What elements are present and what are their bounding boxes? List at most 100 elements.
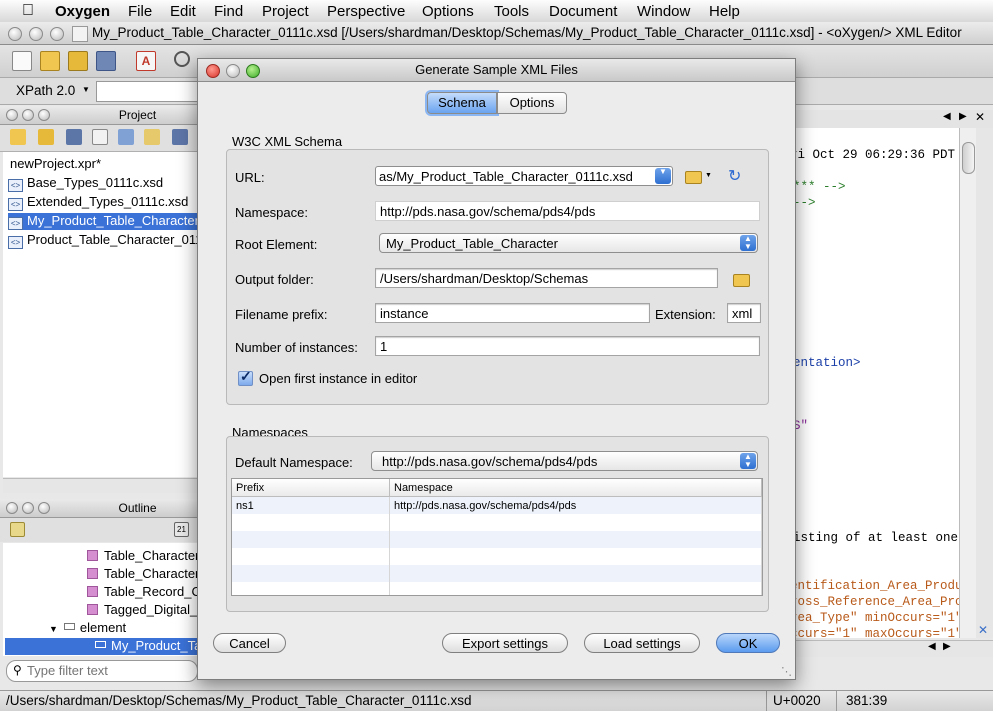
save-project-icon[interactable] bbox=[66, 129, 82, 145]
add-folder-icon[interactable] bbox=[144, 129, 160, 145]
outline-item[interactable]: Table_Character_ bbox=[87, 548, 207, 563]
open-url-icon[interactable] bbox=[68, 51, 88, 71]
table-row-empty[interactable] bbox=[232, 548, 762, 565]
refresh-icon[interactable]: ↻ bbox=[728, 166, 741, 186]
menu-perspective[interactable]: Perspective bbox=[327, 3, 405, 20]
table-row-empty[interactable] bbox=[232, 582, 762, 595]
tree-item-my-product-table[interactable]: <> My_Product_Table_Character_ bbox=[8, 213, 206, 230]
apple-icon[interactable]:  bbox=[22, 2, 34, 20]
table-row-empty[interactable] bbox=[232, 531, 762, 548]
menu-find[interactable]: Find bbox=[214, 3, 243, 20]
outline-item[interactable]: Table_Character_ bbox=[87, 566, 207, 581]
menu-edit[interactable]: Edit bbox=[170, 3, 196, 20]
editor-horizontal-scrollbar[interactable]: ◀ ▶ bbox=[793, 640, 993, 657]
open-project-icon[interactable] bbox=[38, 129, 54, 145]
dialog-minimize-button[interactable] bbox=[226, 64, 240, 78]
project-settings-icon[interactable] bbox=[172, 129, 188, 145]
outline-item[interactable]: Tagged_Digital_O bbox=[87, 602, 207, 617]
dialog-close-button[interactable] bbox=[206, 64, 220, 78]
project-minimize-icon[interactable] bbox=[22, 109, 34, 121]
scrollbar-thumb[interactable] bbox=[962, 142, 975, 174]
load-settings-button[interactable]: Load settings bbox=[584, 633, 700, 653]
minimize-window-button[interactable] bbox=[29, 27, 43, 41]
outline-close-icon[interactable] bbox=[6, 502, 18, 514]
transform-icon[interactable] bbox=[118, 129, 134, 145]
outline-filter-field[interactable]: ⚲ bbox=[6, 660, 198, 682]
xpath-dropdown-icon[interactable]: ▼ bbox=[82, 85, 90, 94]
scroll-right-icon[interactable]: ▶ bbox=[959, 111, 967, 122]
tree-item-extended-types[interactable]: <> Extended_Types_0111c.xsd bbox=[8, 194, 188, 211]
project-horizontal-scrollbar[interactable] bbox=[3, 478, 198, 493]
filename-prefix-input[interactable]: instance bbox=[375, 303, 650, 323]
url-combobox[interactable]: as/My_Product_Table_Character_0111c.xsd … bbox=[375, 166, 673, 186]
output-folder-input[interactable]: /Users/shardman/Desktop/Schemas bbox=[375, 268, 718, 288]
xml-editor[interactable]: ri Oct 29 06:29:36 PDT 2 *** --> --> ent… bbox=[793, 128, 959, 638]
outline-item-selected[interactable]: My_Product_Tabl bbox=[5, 638, 211, 655]
cancel-button[interactable]: Cancel bbox=[213, 633, 286, 653]
open-instance-checkbox[interactable]: ✓ bbox=[238, 368, 253, 386]
project-zoom-icon[interactable] bbox=[38, 109, 50, 121]
open-folder-icon[interactable] bbox=[40, 51, 60, 71]
project-file-item[interactable]: newProject.xpr* bbox=[10, 156, 101, 171]
outline-filter-input[interactable] bbox=[27, 662, 192, 678]
url-dropdown-icon[interactable]: ▼ bbox=[655, 168, 671, 184]
menu-window[interactable]: Window bbox=[637, 3, 690, 20]
menu-tools[interactable]: Tools bbox=[494, 3, 529, 20]
scroll-left-icon[interactable]: ◀ bbox=[943, 111, 951, 122]
disclosure-triangle-icon[interactable]: ▼ bbox=[49, 624, 58, 634]
prefix-column-header[interactable]: Prefix bbox=[232, 479, 390, 497]
new-project-icon[interactable] bbox=[10, 129, 26, 145]
validate-project-icon[interactable] bbox=[92, 129, 108, 145]
table-row-empty[interactable] bbox=[232, 565, 762, 582]
outline-zoom-icon[interactable] bbox=[38, 502, 50, 514]
table-row-empty[interactable] bbox=[232, 514, 762, 531]
root-element-dropdown-icon[interactable]: ▲ ▼ bbox=[740, 235, 756, 251]
open-instance-label[interactable]: Open first instance in editor bbox=[259, 371, 417, 386]
default-namespace-dropdown-icon[interactable]: ▲ ▼ bbox=[740, 453, 756, 469]
zoom-window-button[interactable] bbox=[50, 27, 64, 41]
editor-vertical-scrollbar[interactable] bbox=[959, 128, 976, 638]
menu-options[interactable]: Options bbox=[422, 3, 474, 20]
browse-output-folder-icon[interactable] bbox=[733, 274, 750, 287]
close-editor-icon[interactable]: ✕ bbox=[975, 110, 985, 124]
scroll-right-icon[interactable]: ▶ bbox=[943, 641, 951, 652]
tab-options[interactable]: Options bbox=[497, 92, 567, 114]
tree-item-base-types[interactable]: <> Base_Types_0111c.xsd bbox=[8, 175, 163, 192]
browse-folder-icon[interactable] bbox=[685, 171, 702, 184]
table-row[interactable]: ns1 http://pds.nasa.gov/schema/pds4/pds bbox=[232, 496, 762, 514]
tree-item-product-table[interactable]: <> Product_Table_Character_011 bbox=[8, 232, 202, 249]
xsd-file-icon: <> bbox=[8, 236, 23, 249]
sort-icon[interactable]: 21 bbox=[174, 522, 189, 537]
scroll-left-icon[interactable]: ◀ bbox=[928, 641, 936, 652]
number-of-instances-input[interactable]: 1 bbox=[375, 336, 760, 356]
browse-dropdown-icon[interactable]: ▼ bbox=[705, 172, 712, 179]
close-window-button[interactable] bbox=[8, 27, 22, 41]
root-element-combobox[interactable]: My_Product_Table_Character ▲ ▼ bbox=[379, 233, 758, 253]
dialog-zoom-button[interactable] bbox=[246, 64, 260, 78]
find-icon[interactable] bbox=[174, 51, 190, 67]
menu-file[interactable]: File bbox=[128, 3, 152, 20]
resize-grip-icon[interactable]: ⋱ bbox=[781, 665, 792, 678]
element-icon bbox=[87, 550, 98, 561]
menu-app-name[interactable]: Oxygen bbox=[55, 3, 110, 20]
new-file-icon[interactable] bbox=[12, 51, 32, 71]
outline-minimize-icon[interactable] bbox=[22, 502, 34, 514]
xpath-version[interactable]: XPath 2.0 bbox=[16, 83, 75, 98]
menu-document[interactable]: Document bbox=[549, 3, 617, 20]
outline-item[interactable]: Table_Record_Ch bbox=[87, 584, 208, 599]
outline-settings-icon[interactable] bbox=[10, 522, 25, 537]
ok-button[interactable]: OK bbox=[716, 633, 780, 653]
project-close-icon[interactable] bbox=[6, 109, 18, 121]
default-namespace-combobox[interactable]: http://pds.nasa.gov/schema/pds4/pds ▲ ▼ bbox=[371, 451, 758, 471]
collapse-icon[interactable]: ✕ bbox=[978, 623, 988, 637]
xpath-input[interactable] bbox=[96, 81, 198, 102]
save-icon[interactable] bbox=[96, 51, 116, 71]
menu-project[interactable]: Project bbox=[262, 3, 309, 20]
export-settings-button[interactable]: Export settings bbox=[442, 633, 568, 653]
namespace-column-header[interactable]: Namespace bbox=[389, 479, 762, 497]
tab-schema[interactable]: Schema bbox=[427, 92, 497, 114]
outline-item-element[interactable]: ▼ element bbox=[49, 620, 126, 635]
pdf-icon[interactable]: A bbox=[136, 51, 156, 71]
extension-input[interactable]: xml bbox=[727, 303, 761, 323]
menu-help[interactable]: Help bbox=[709, 3, 740, 20]
